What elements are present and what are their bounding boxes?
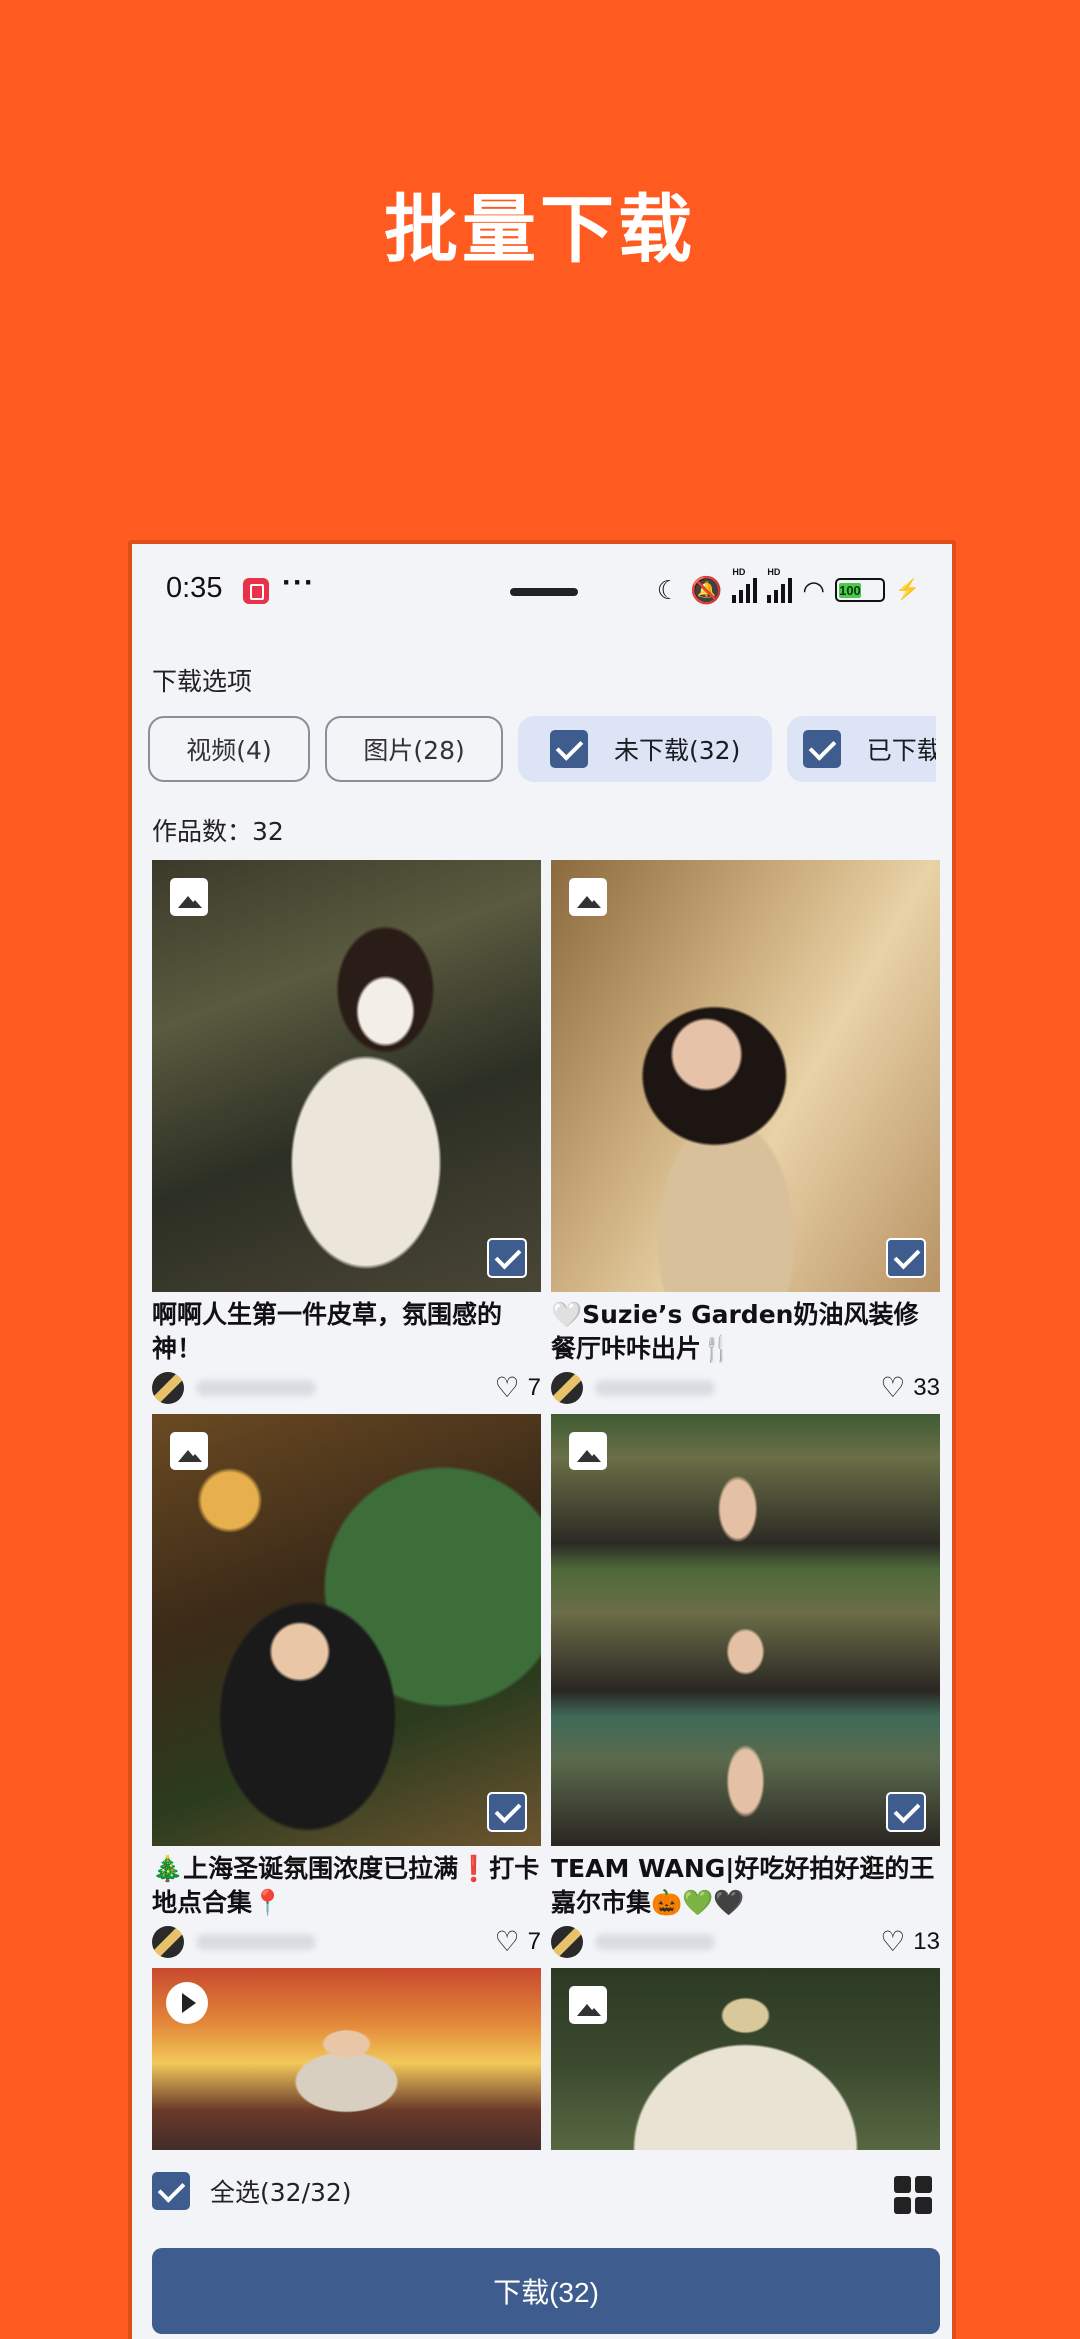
bottom-action-bar: 全选(32/32) 下载(32) — [132, 2154, 952, 2339]
image-type-icon — [170, 1432, 208, 1470]
author-name-blurred — [595, 1934, 715, 1950]
work-thumbnail[interactable] — [551, 1414, 940, 1846]
works-count: 作品数：32 — [152, 817, 284, 846]
work-thumbnail[interactable] — [152, 1414, 541, 1846]
image-type-icon — [569, 1986, 607, 2024]
select-all-label: 全选(32/32) — [210, 2178, 352, 2207]
heart-icon: ♡ — [880, 1926, 906, 1957]
hd-signal-icon: HD — [732, 567, 758, 603]
avatar — [551, 1372, 583, 1404]
selected-check-icon[interactable] — [886, 1792, 926, 1832]
work-title: 🎄上海圣诞氛围浓度已拉满❗打卡地点合集📍 — [152, 1854, 540, 1917]
work-title: TEAM WANG|好吃好拍好逛的王嘉尔市集🎃💚🖤 — [551, 1854, 935, 1917]
author-name-blurred — [196, 1380, 316, 1396]
chip-not-downloaded[interactable]: 未下载(32) — [518, 716, 773, 782]
battery-icon: 100 — [835, 578, 886, 602]
work-thumbnail[interactable] — [551, 860, 940, 1292]
image-type-icon — [569, 878, 607, 916]
grid-view-icon[interactable] — [894, 2176, 932, 2214]
work-card[interactable]: 🎄上海圣诞氛围浓度已拉满❗打卡地点合集📍 ♡ 7 — [152, 1414, 541, 1968]
heart-icon: ♡ — [880, 1372, 906, 1403]
chip-image[interactable]: 图片(28) — [325, 716, 504, 782]
image-type-icon — [569, 1432, 607, 1470]
work-card[interactable] — [551, 1968, 940, 2150]
phone-screen: 0:35 ··· ☾ 🔕 HD HD ◠ 100 ⚡ 下载选项 视频(4) 图片… — [128, 540, 956, 2339]
selected-check-icon[interactable] — [487, 1238, 527, 1278]
moon-icon: ☾ — [656, 575, 681, 605]
notification-app-icon — [243, 578, 269, 604]
status-time: 0:35 — [166, 572, 223, 604]
work-title: 啊啊人生第一件皮草，氛围感的神！ — [152, 1300, 503, 1363]
avatar — [152, 1372, 184, 1404]
work-card[interactable]: 🤍Suzie’s Garden奶油风装修餐厅咔咔出片🍴 ♡ 33 — [551, 860, 940, 1414]
like-count: ♡ 13 — [880, 1926, 940, 1957]
select-all-toggle[interactable]: 全选(32/32) — [152, 2172, 352, 2210]
video-play-icon — [166, 1982, 208, 2024]
heart-icon: ♡ — [494, 1926, 520, 1957]
like-count: ♡ 7 — [494, 1926, 541, 1957]
like-count: ♡ 7 — [494, 1372, 541, 1403]
chip-label: 已下载 — [866, 736, 936, 765]
chip-video[interactable]: 视频(4) — [148, 716, 310, 782]
avatar — [152, 1926, 184, 1958]
checkbox-checked-icon — [152, 2172, 190, 2210]
heart-icon: ♡ — [494, 1372, 520, 1403]
work-card[interactable] — [152, 1968, 541, 2150]
chip-label: 未下载(32) — [614, 736, 741, 765]
selected-check-icon[interactable] — [487, 1792, 527, 1832]
work-thumbnail[interactable] — [152, 1968, 541, 2150]
chip-downloaded[interactable]: 已下载 — [787, 716, 936, 782]
wifi-icon: ◠ — [802, 575, 826, 605]
mute-icon: 🔕 — [690, 575, 723, 605]
pill-indicator — [510, 588, 578, 596]
work-card[interactable]: 啊啊人生第一件皮草，氛围感的神！ ♡ 7 — [152, 860, 541, 1414]
download-button[interactable]: 下载(32) — [152, 2248, 940, 2334]
more-notifications-icon: ··· — [282, 566, 315, 599]
chip-label: 图片(28) — [363, 736, 465, 765]
work-title: 🤍Suzie’s Garden奶油风装修餐厅咔咔出片🍴 — [551, 1300, 919, 1363]
filter-chips: 视频(4) 图片(28) 未下载(32) 已下载 — [148, 716, 936, 786]
chip-label: 视频(4) — [186, 736, 272, 765]
avatar — [551, 1926, 583, 1958]
status-bar: 0:35 ··· ☾ 🔕 HD HD ◠ 100 ⚡ — [132, 544, 952, 640]
hd-signal-icon: HD — [767, 567, 793, 603]
download-options-label: 下载选项 — [152, 667, 253, 696]
work-thumbnail[interactable] — [152, 860, 541, 1292]
checkbox-checked-icon — [802, 730, 841, 768]
work-thumbnail[interactable] — [551, 1968, 940, 2150]
image-type-icon — [170, 878, 208, 916]
charging-icon: ⚡ — [895, 579, 920, 601]
author-name-blurred — [196, 1934, 316, 1950]
selected-check-icon[interactable] — [886, 1238, 926, 1278]
author-name-blurred — [595, 1380, 715, 1396]
promo-title: 批量下载 — [384, 187, 696, 273]
work-card[interactable]: TEAM WANG|好吃好拍好逛的王嘉尔市集🎃💚🖤 ♡ 13 — [551, 1414, 940, 1968]
like-count: ♡ 33 — [880, 1372, 940, 1403]
works-grid: 啊啊人生第一件皮草，氛围感的神！ ♡ 7 🤍Suzie’s Garden奶油风装修… — [152, 860, 940, 2150]
checkbox-checked-icon — [550, 730, 589, 768]
